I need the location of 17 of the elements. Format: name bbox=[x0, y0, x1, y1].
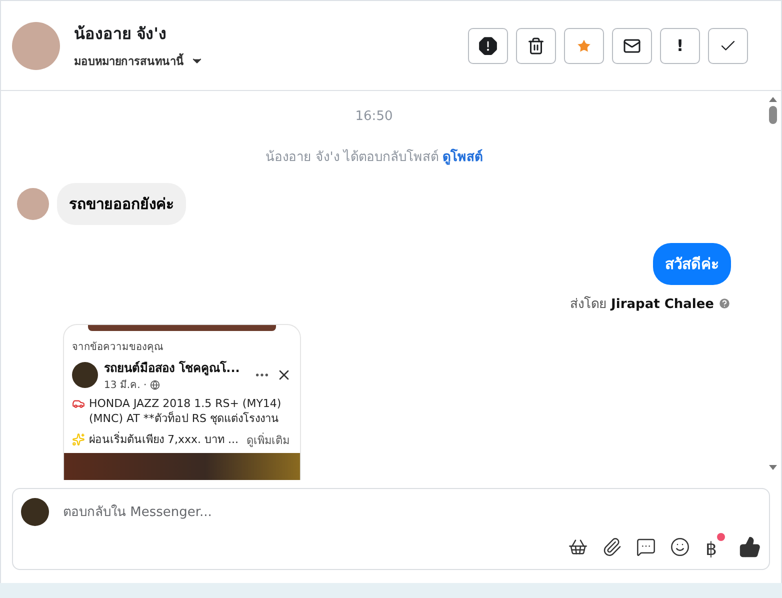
post-text: HONDA JAZZ 2018 1.5 RS+ (MY14) (MNC) AT **ตัวท็อป RS ชุดแต่งโรงงาน bbox=[89, 396, 282, 427]
message-bubble: สวัสดีค่ะ bbox=[653, 243, 731, 285]
page-name: รถยนต์มือสอง โชคคูณโ... bbox=[104, 360, 241, 377]
contact-name: น้องอาย จัง'ง bbox=[74, 23, 168, 45]
shared-post-card[interactable]: จากข้อความของคุณ รถยนต์มือสอง โชคคูณโ... 13 มี.ค. · HONDA JAZZ 2018 1.5 RS+ (MY14) (MNC) AT **ตัวท็อป RS ชุดแต่งโรงงาน ผ่อนเริ่มต้นเพียง 7,xxx. บาท ... ดูเพิ่มเติม bbox=[63, 324, 301, 480]
assign-dropdown[interactable]: มอบหมายการสนทนานี้ bbox=[74, 52, 454, 70]
payment-button[interactable]: ฿ bbox=[704, 533, 725, 560]
sent-by-label: ส่งโดย Jirapat Chalee bbox=[570, 295, 714, 314]
timestamp: 16:50 bbox=[354, 109, 394, 124]
see-more-link[interactable]: ดูเพิ่มเติม bbox=[246, 430, 290, 449]
post-text: ผ่อนเริ่มต้นเพียง 7,xxx. บาท ... bbox=[89, 432, 239, 448]
post-date: 13 มี.ค. · bbox=[104, 378, 147, 392]
reply-notice: น้องอาย จัง'ง ได้ตอบกลับโพสต์ ดูโพสต์ bbox=[264, 148, 484, 167]
message-bubble: รถขายออกยังค่ะ bbox=[57, 183, 186, 225]
card-label: จากข้อความของคุณ bbox=[72, 340, 164, 354]
exclamation-button[interactable]: ! bbox=[660, 28, 700, 64]
view-post-link[interactable]: ดูโพสต์ bbox=[442, 150, 482, 165]
